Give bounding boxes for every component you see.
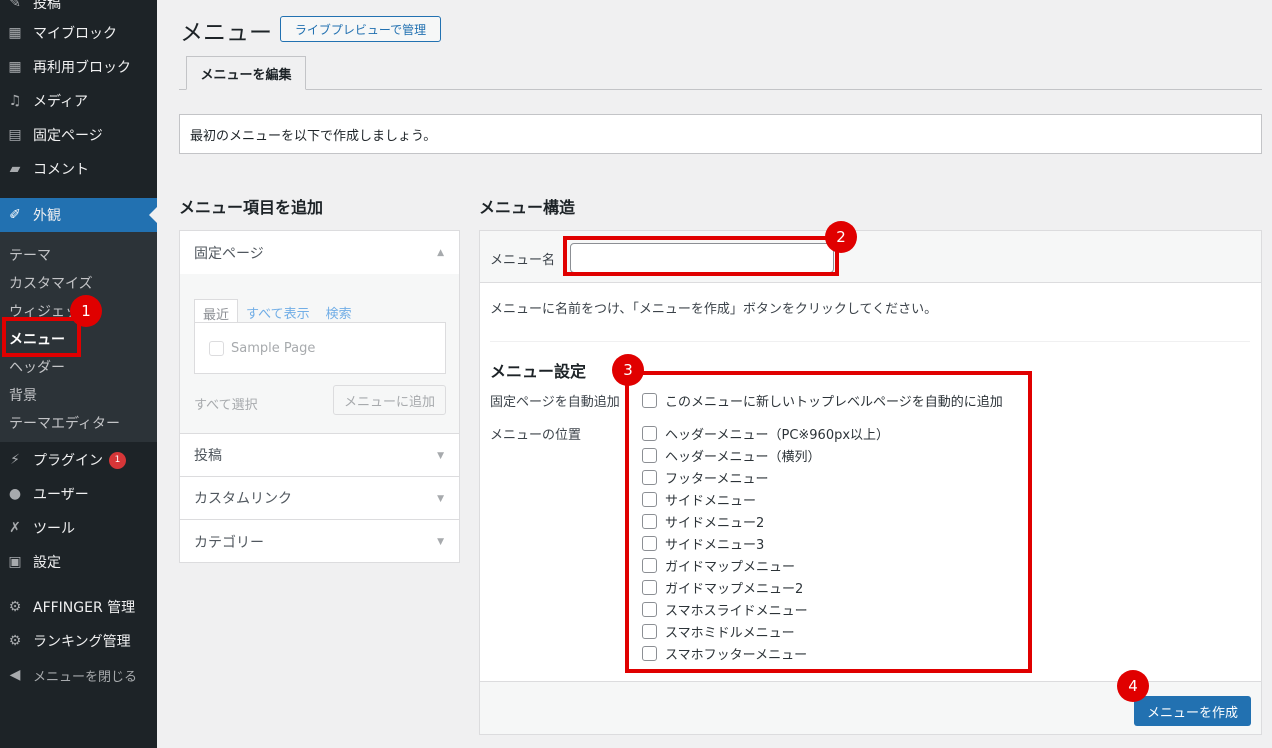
- sidebar-item-users[interactable]: ● ユーザー: [0, 483, 157, 505]
- sample-page-label: Sample Page: [231, 341, 316, 356]
- step-badge-4: 4: [1117, 670, 1149, 702]
- create-menu-button[interactable]: メニューを作成: [1134, 696, 1251, 726]
- select-all-link[interactable]: すべて選択: [194, 394, 258, 413]
- sidebar-item-label: 固定ページ: [33, 128, 103, 144]
- sidebar-item-label: 投稿: [33, 0, 61, 12]
- highlight-menu-name: [563, 236, 839, 276]
- sidebar-item-label: AFFINGER 管理: [33, 600, 136, 616]
- sidebar-item-ranking[interactable]: ⚙ ランキング管理: [0, 630, 157, 652]
- sidebar-item-label: 再利用ブロック: [33, 60, 131, 76]
- sidebar-item-label: メニューを閉じる: [33, 669, 138, 685]
- sidebar-item-my-blocks[interactable]: ▦ マイブロック: [0, 22, 157, 44]
- accordion-categories[interactable]: カテゴリー ▼: [180, 520, 459, 563]
- sidebar-item-label: ツール: [33, 521, 75, 537]
- highlight-menu-item: [2, 317, 81, 357]
- menu-structure-heading: メニュー構造: [479, 198, 576, 217]
- sidebar-item-reusable-blocks[interactable]: ▦ 再利用ブロック: [0, 56, 157, 78]
- sidebar-item-label: マイブロック: [33, 26, 117, 42]
- accordion-title: カテゴリー: [194, 534, 264, 551]
- chevron-down-icon: ▼: [437, 494, 444, 504]
- highlight-menu-settings: [625, 371, 1032, 673]
- submenu-item-customize[interactable]: カスタマイズ: [9, 273, 93, 293]
- sample-page-checkbox[interactable]: [209, 341, 224, 356]
- settings-icon: ▣: [8, 554, 22, 570]
- menu-name-label: メニュー名: [490, 253, 556, 268]
- grid-icon: ▦: [8, 25, 22, 41]
- accordion-pages[interactable]: 固定ページ ▲: [180, 231, 459, 274]
- sidebar-item-label: 外観: [33, 208, 61, 224]
- live-preview-button[interactable]: ライブプレビューで管理: [280, 16, 441, 42]
- gear-icon: ⚙: [8, 633, 22, 649]
- sidebar-item-appearance[interactable]: ✐ 外観: [0, 198, 157, 232]
- step-badge-3: 3: [612, 354, 644, 386]
- sidebar-item-label: メディア: [33, 94, 89, 110]
- step-badge-2: 2: [825, 221, 857, 253]
- sidebar-item-plugins[interactable]: ⚡ プラグイン 1: [0, 449, 157, 471]
- sidebar-item-posts[interactable]: ✎ 投稿: [0, 0, 157, 13]
- tab-edit-menus[interactable]: メニューを編集: [186, 56, 306, 90]
- step-badge-1: 1: [70, 295, 102, 327]
- notice-box: 最初のメニューを以下で作成しましょう。: [179, 114, 1262, 154]
- submenu-item-background[interactable]: 背景: [9, 385, 37, 405]
- sidebar-item-pages[interactable]: ▤ 固定ページ: [0, 124, 157, 146]
- media-icon: ♫: [8, 93, 22, 109]
- chevron-down-icon: ▼: [437, 451, 444, 461]
- accordion-posts[interactable]: 投稿 ▼: [180, 434, 459, 477]
- accordion-custom-links[interactable]: カスタムリンク ▼: [180, 477, 459, 520]
- pin-icon: ✎: [9, 0, 21, 11]
- sidebar-item-affinger[interactable]: ⚙ AFFINGER 管理: [0, 596, 157, 618]
- menu-location-label: メニューの位置: [490, 428, 582, 443]
- collapse-menu-button[interactable]: ◀ メニューを閉じる: [0, 664, 157, 686]
- sidebar-item-label: プラグイン: [33, 453, 103, 469]
- page-title: メニュー: [180, 20, 272, 46]
- chevron-up-icon: ▲: [437, 248, 444, 258]
- notice-text: 最初のメニューを以下で作成しましょう。: [190, 128, 437, 144]
- wrench-icon: ✗: [9, 520, 21, 536]
- divider: [490, 341, 1250, 342]
- gear-icon: ⚙: [8, 599, 22, 615]
- sidebar-item-settings[interactable]: ▣ 設定: [0, 551, 157, 573]
- pages-list: Sample Page: [194, 322, 446, 374]
- sidebar-item-media[interactable]: ♫ メディア: [0, 90, 157, 112]
- sidebar-item-label: 設定: [33, 555, 61, 571]
- accordion-title: カスタムリンク: [194, 491, 292, 507]
- submenu-item-theme-editor[interactable]: テーマエディター: [9, 413, 120, 433]
- plugin-icon: ⚡: [10, 452, 20, 468]
- add-to-menu-button[interactable]: メニューに追加: [333, 385, 446, 415]
- menu-settings-heading: メニュー設定: [490, 362, 587, 381]
- update-count-badge: 1: [109, 451, 126, 469]
- accordion-title: 固定ページ: [194, 245, 264, 262]
- sidebar-item-tools[interactable]: ✗ ツール: [0, 517, 157, 539]
- pages-panel: 最近 すべて表示 検索 Sample Page すべて選択 メニューに追加: [180, 274, 459, 434]
- sidebar-item-label: ユーザー: [33, 487, 89, 503]
- add-items-heading: メニュー項目を追加: [179, 198, 324, 217]
- sidebar-item-label: ランキング管理: [33, 634, 131, 650]
- accordion-title: 投稿: [194, 448, 222, 464]
- collapse-icon: ◀: [9, 667, 21, 683]
- tab-divider: [179, 89, 1262, 90]
- comment-icon: ▰: [9, 161, 21, 177]
- add-items-accordion: 固定ページ ▲ 最近 すべて表示 検索 Sample Page すべて選択 メニ…: [179, 230, 460, 563]
- brush-icon: ✐: [9, 207, 21, 223]
- admin-sidebar: ✎ 投稿 ▦ マイブロック ▦ 再利用ブロック ♫ メディア ▤ 固定ページ ▰…: [0, 0, 157, 748]
- page-icon: ▤: [8, 127, 22, 143]
- user-icon: ●: [8, 486, 22, 502]
- grid-icon: ▦: [8, 59, 22, 75]
- auto-add-label: 固定ページを自動追加: [490, 395, 620, 410]
- chevron-down-icon: ▼: [437, 537, 444, 547]
- sidebar-item-comments[interactable]: ▰ コメント: [0, 158, 157, 180]
- submenu-item-themes[interactable]: テーマ: [9, 245, 51, 265]
- submenu-item-header[interactable]: ヘッダー: [9, 357, 65, 377]
- sidebar-item-label: コメント: [33, 162, 89, 178]
- instruction-text: メニューに名前をつけ、「メニューを作成」ボタンをクリックしてください。: [490, 302, 938, 317]
